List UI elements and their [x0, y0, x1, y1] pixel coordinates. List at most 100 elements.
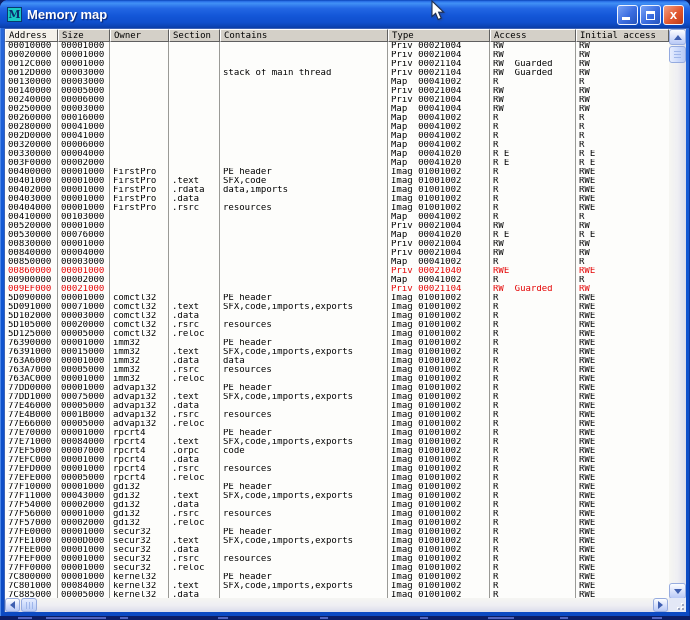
cell-size: 00002000 [58, 501, 110, 510]
table-row[interactable]: 77F5400000002000gdi32.dataImag 01001002R… [5, 501, 669, 510]
table-row[interactable]: 0040200000001000FirstPro.rdatadata,impor… [5, 186, 669, 195]
table-row[interactable]: 763AC00000001000imm32.relocImag 01001002… [5, 375, 669, 384]
table-row[interactable]: 77E7100000084000rpcrt4.textSFX,code,impo… [5, 438, 669, 447]
cell-address: 5D105000 [5, 321, 58, 330]
table-row[interactable]: 0028000000041000Map 00041002RR [5, 123, 669, 132]
table-row[interactable]: 0002000000001000Priv 00021004RWRW [5, 51, 669, 60]
cell-owner [110, 123, 169, 132]
scroll-right-button[interactable] [653, 598, 668, 612]
table-row[interactable]: 0041000000103000Map 00041002RR [5, 213, 669, 222]
table-row[interactable]: 0025000000003000Map 00041004RWRW [5, 105, 669, 114]
resize-grip[interactable] [669, 598, 686, 612]
table-row[interactable]: 0026000000016000Map 00041002RR [5, 114, 669, 123]
table-row[interactable]: 77F1100000043000gdi32.textSFX,code,impor… [5, 492, 669, 501]
table-row[interactable]: 0033000000004000Map 00041020R ER E [5, 150, 669, 159]
cell-initial_access: RW [576, 69, 669, 78]
column-header-contains[interactable]: Contains [220, 29, 388, 42]
table-row[interactable]: 0086000000001000Priv 00021040RWERWE [5, 267, 669, 276]
column-header-initial-access[interactable]: Initial access [576, 29, 669, 42]
minimize-button[interactable] [617, 5, 638, 25]
table-row[interactable]: 7639000000001000imm32PE headerImag 01001… [5, 339, 669, 348]
table-row[interactable]: 77F5700000002000gdi32.relocImag 01001002… [5, 519, 669, 528]
table-row[interactable]: 0040400000001000FirstPro.rsrcresourcesIm… [5, 204, 669, 213]
table-row[interactable]: 77FEF00000001000secur32.rsrcresourcesIma… [5, 555, 669, 564]
table-row[interactable]: 5D09100000071000comctl32.textSFX,code,im… [5, 303, 669, 312]
column-header-size[interactable]: Size [58, 29, 110, 42]
table-row[interactable]: 77FF000000001000secur32.relocImag 010010… [5, 564, 669, 573]
table-row[interactable]: 763A700000005000imm32.rsrcresourcesImag … [5, 366, 669, 375]
table-row[interactable]: 77E4600000005000advapi32.dataImag 010010… [5, 402, 669, 411]
scroll-left-button[interactable] [5, 598, 20, 612]
table-row[interactable]: 77EF500000007000rpcrt4.orpccodeImag 0100… [5, 447, 669, 456]
table-row[interactable]: 77EFE00000005000rpcrt4.relocImag 0100100… [5, 474, 669, 483]
table-row[interactable]: 77DD100000075000advapi32.textSFX,code,im… [5, 393, 669, 402]
horizontal-scroll-thumb[interactable] [21, 598, 37, 612]
horizontal-scrollbar[interactable] [5, 598, 686, 612]
table-row[interactable]: 0014000000005000Priv 00021004RWRW [5, 87, 669, 96]
table-row[interactable]: 0012C00000001000Priv 00021104RW GuardedR… [5, 60, 669, 69]
column-header-type[interactable]: Type [388, 29, 490, 42]
table-row[interactable]: 0040100000001000FirstPro.textSFX,codeIma… [5, 177, 669, 186]
table-row[interactable]: 002D000000041000Map 00041002RR [5, 132, 669, 141]
table-row[interactable]: 77DD000000001000advapi32PE headerImag 01… [5, 384, 669, 393]
table-row[interactable]: 0012D00000003000stack of main threadPriv… [5, 69, 669, 78]
table-row[interactable]: 5D12500000005000comctl32.relocImag 01001… [5, 330, 669, 339]
scroll-up-button[interactable] [669, 29, 686, 45]
table-row[interactable]: 77FEE00000001000secur32.dataImag 0100100… [5, 546, 669, 555]
maximize-button[interactable] [640, 5, 661, 25]
table-row[interactable]: 77EFD00000001000rpcrt4.rsrcresourcesImag… [5, 465, 669, 474]
column-header-section[interactable]: Section [169, 29, 220, 42]
column-header-address[interactable]: Address [5, 29, 58, 42]
scroll-down-button[interactable] [669, 583, 686, 599]
cell-owner: imm32 [110, 366, 169, 375]
cell-initial_access: RWE [576, 465, 669, 474]
table-row[interactable]: 0040000000001000FirstProPE headerImag 01… [5, 168, 669, 177]
cell-type: Map 00041002 [388, 78, 490, 87]
table-row[interactable]: 763A600000001000imm32.datadataImag 01001… [5, 357, 669, 366]
titlebar[interactable]: M Memory map x [0, 0, 690, 28]
cell-size: 00007000 [58, 447, 110, 456]
table-row[interactable]: 77FE000000001000secur32PE headerImag 010… [5, 528, 669, 537]
table-row[interactable]: 5D10500000020000comctl32.rsrcresourcesIm… [5, 321, 669, 330]
column-header-owner[interactable]: Owner [110, 29, 169, 42]
table-row[interactable]: 0024000000006000Priv 00021004RWRW [5, 96, 669, 105]
table-row[interactable]: 009EF00000021000Priv 00021104RW GuardedR… [5, 285, 669, 294]
table-row[interactable]: 0032000000006000Map 00041002RR [5, 141, 669, 150]
column-header-access[interactable]: Access [490, 29, 576, 42]
table-row[interactable]: 7C80000000001000kernel32PE headerImag 01… [5, 573, 669, 582]
table-row[interactable]: 77F5600000001000gdi32.rsrcresourcesImag … [5, 510, 669, 519]
cell-access: RW [490, 96, 576, 105]
table-row[interactable]: 0090000000002000Map 00041002RR [5, 276, 669, 285]
cell-access: R [490, 303, 576, 312]
cell-access: R [490, 186, 576, 195]
cell-type: Map 00041020 [388, 150, 490, 159]
table-row[interactable]: 77E7000000001000rpcrt4PE headerImag 0100… [5, 429, 669, 438]
cell-initial_access: RWE [576, 384, 669, 393]
table-row[interactable]: 0013000000003000Map 00041002RR [5, 78, 669, 87]
table-row[interactable]: 0053000000076000Map 00041020R ER E [5, 231, 669, 240]
table-row[interactable]: 77FE10000000D000secur32.textSFX,code,imp… [5, 537, 669, 546]
table-row[interactable]: 0084000000004000Priv 00021004RWRW [5, 249, 669, 258]
cell-contains [220, 276, 388, 285]
table-row[interactable]: 0085000000003000Map 00041002RR [5, 258, 669, 267]
table-row[interactable]: 5D10200000003000comctl32.dataImag 010010… [5, 312, 669, 321]
table-row[interactable]: 0083000000001000Priv 00021004RWRW [5, 240, 669, 249]
table-row[interactable]: 0001000000001000Priv 00021004RWRW [5, 42, 669, 51]
cell-access: R [490, 546, 576, 555]
table-row[interactable]: 003F000000002000Map 00041020R ER E [5, 159, 669, 168]
close-button[interactable]: x [663, 5, 684, 25]
table-row[interactable]: 77F1000000001000gdi32PE headerImag 01001… [5, 483, 669, 492]
table-row[interactable]: 7C80100000084000kernel32.textSFX,code,im… [5, 582, 669, 591]
table-row[interactable]: 0052000000001000Priv 00021004RWRW [5, 222, 669, 231]
vertical-scrollbar[interactable] [669, 29, 686, 599]
table-row[interactable]: 77E4B0000001B000advapi32.rsrcresourcesIm… [5, 411, 669, 420]
table-row[interactable]: 77E6600000005000advapi32.relocImag 01001… [5, 420, 669, 429]
cell-contains [220, 60, 388, 69]
table-row[interactable]: 0040300000001000FirstPro.dataImag 010010… [5, 195, 669, 204]
cell-type: Imag 01001002 [388, 546, 490, 555]
table-row[interactable]: 77EFC00000001000rpcrt4.dataImag 01001002… [5, 456, 669, 465]
memory-table[interactable]: 0001000000001000Priv 00021004RWRW0002000… [5, 42, 669, 599]
table-row[interactable]: 7639100000015000imm32.textSFX,code,impor… [5, 348, 669, 357]
table-row[interactable]: 5D09000000001000comctl32PE headerImag 01… [5, 294, 669, 303]
vertical-scroll-thumb[interactable] [669, 46, 686, 63]
